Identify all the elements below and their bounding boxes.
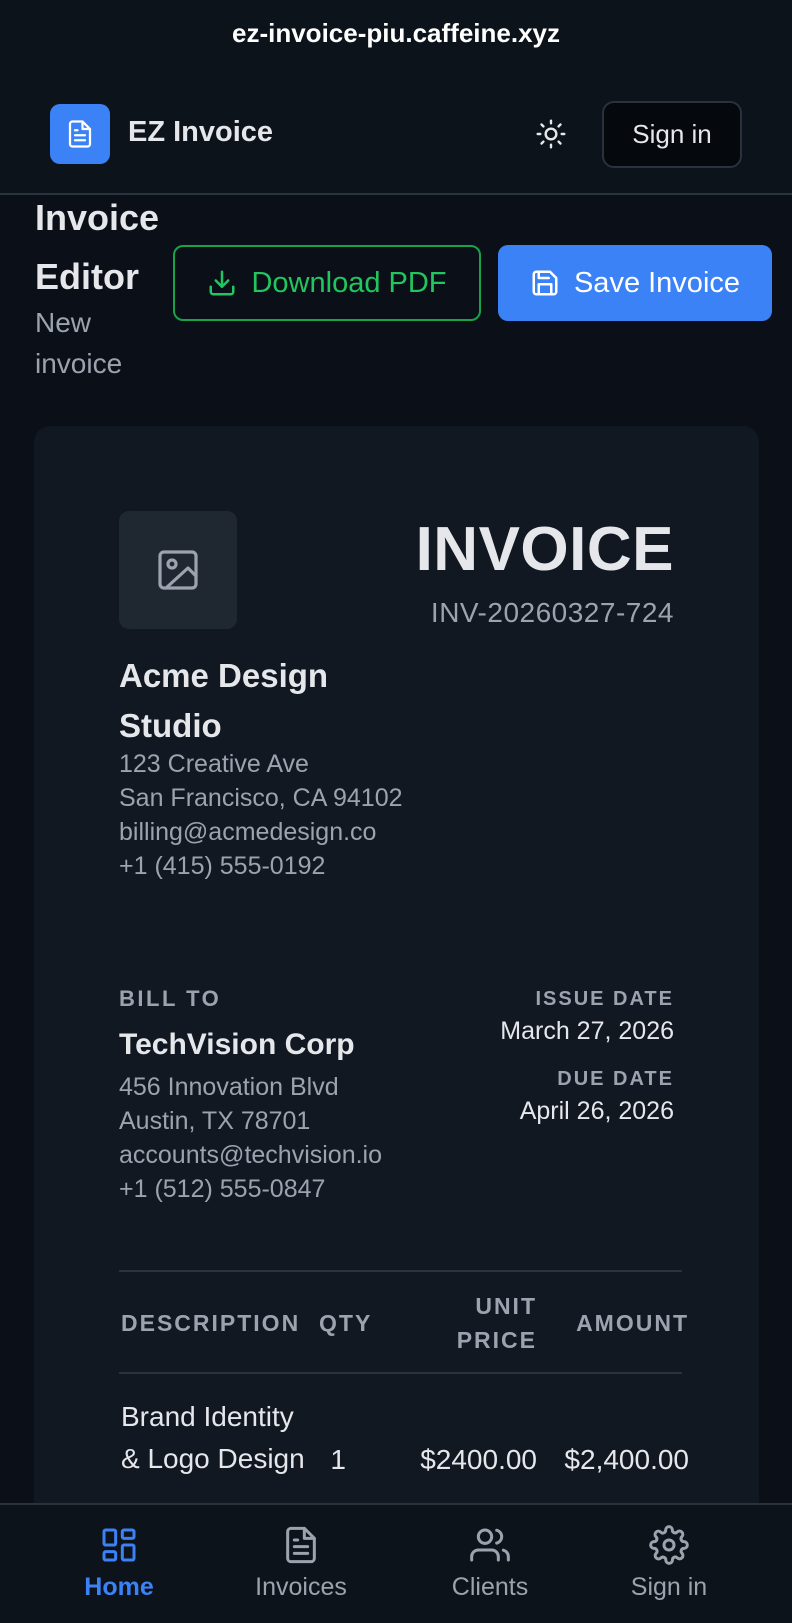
bill-to-label: BILL TO xyxy=(119,986,222,1011)
nav-label-home: Home xyxy=(84,1573,154,1601)
nav-item-clients[interactable]: Clients xyxy=(391,1505,589,1623)
nav-item-home[interactable]: Home xyxy=(20,1505,218,1623)
company-details: 123 Creative Ave San Francisco, CA 94102… xyxy=(119,747,439,883)
dashboard-icon xyxy=(102,1528,136,1562)
row-description[interactable]: Brand Identity & Logo Design xyxy=(121,1396,311,1480)
table-header-divider xyxy=(119,1372,682,1374)
browser-url-bar[interactable]: ez-invoice-piu.caffeine.xyz xyxy=(0,0,792,66)
row-qty[interactable]: 1 xyxy=(304,1439,346,1481)
company-email: billing@acmedesign.co xyxy=(119,818,377,846)
client-name: TechVision Corp xyxy=(119,1028,355,1061)
company-name: Acme Design Studio xyxy=(119,657,329,744)
app-header: EZ Invoice Sign in xyxy=(0,66,792,195)
company-phone: +1 (415) 555-0192 xyxy=(119,852,326,880)
document-icon xyxy=(286,1526,316,1564)
nav-item-sign-in[interactable]: Sign in xyxy=(570,1505,768,1623)
client-details: 456 Innovation Blvd Austin, TX 78701 acc… xyxy=(119,1070,439,1206)
client-email: accounts@techvision.io xyxy=(119,1141,383,1169)
issue-date-value: March 27, 2026 xyxy=(500,1017,674,1045)
save-icon xyxy=(532,270,558,296)
url-text: ez-invoice-piu.caffeine.xyz xyxy=(232,17,560,48)
invoice-heading: INVOICE xyxy=(415,515,674,584)
column-header-qty: QTY xyxy=(319,1310,373,1336)
gear-icon xyxy=(649,1525,689,1565)
due-date-value: April 26, 2026 xyxy=(519,1097,674,1125)
client-address-line2: Austin, TX 78701 xyxy=(119,1107,311,1135)
save-invoice-label: Save Invoice xyxy=(573,266,741,299)
invoice-number: INV-20260327-724 xyxy=(430,597,674,628)
nav-label-sign-in: Sign in xyxy=(630,1573,708,1601)
issue-date-block: ISSUE DATE March 27, 2026 xyxy=(500,988,674,1046)
due-date-label: DUE DATE xyxy=(557,1068,674,1090)
download-pdf-button[interactable]: Download PDF xyxy=(173,245,481,321)
app-logo[interactable] xyxy=(50,104,110,164)
company-address-line1: 123 Creative Ave xyxy=(119,750,309,778)
nav-label-clients: Clients xyxy=(451,1573,529,1601)
document-icon xyxy=(68,120,92,148)
sun-icon xyxy=(536,119,566,149)
header-sign-in-button[interactable]: Sign in xyxy=(602,101,742,168)
page-title: Invoice Editor xyxy=(35,197,160,297)
theme-toggle-button[interactable] xyxy=(530,114,572,154)
app-brand-name[interactable]: EZ Invoice xyxy=(128,116,273,149)
download-icon xyxy=(209,270,235,296)
company-address-line2: San Francisco, CA 94102 xyxy=(119,784,403,812)
nav-item-invoices[interactable]: Invoices xyxy=(202,1505,400,1623)
users-icon xyxy=(470,1528,510,1562)
row-amount: $2,400.00 xyxy=(564,1444,689,1475)
save-invoice-button[interactable]: Save Invoice xyxy=(498,245,772,321)
nav-label-invoices: Invoices xyxy=(255,1573,347,1601)
image-icon xyxy=(158,550,198,590)
column-header-unit-price: UNIT PRICE xyxy=(456,1293,537,1353)
row-unit-price[interactable]: $2400.00 xyxy=(364,1439,537,1481)
table-top-divider xyxy=(119,1270,682,1272)
client-address-line1: 456 Innovation Blvd xyxy=(119,1073,339,1101)
column-header-description: DESCRIPTION xyxy=(121,1310,301,1336)
issue-date-label: ISSUE DATE xyxy=(535,988,674,1010)
client-phone: +1 (512) 555-0847 xyxy=(119,1175,326,1203)
download-pdf-label: Download PDF xyxy=(251,266,447,299)
due-date-block: DUE DATE April 26, 2026 xyxy=(520,1068,674,1126)
column-header-amount: AMOUNT xyxy=(576,1310,689,1336)
page-subtitle: New invoice xyxy=(35,307,123,379)
invoice-preview-card: Acme Design Studio 123 Creative Ave San … xyxy=(34,426,759,1623)
bottom-navigation: Home Invoices Clients Sign in xyxy=(0,1503,792,1623)
company-logo-placeholder[interactable] xyxy=(119,511,237,629)
